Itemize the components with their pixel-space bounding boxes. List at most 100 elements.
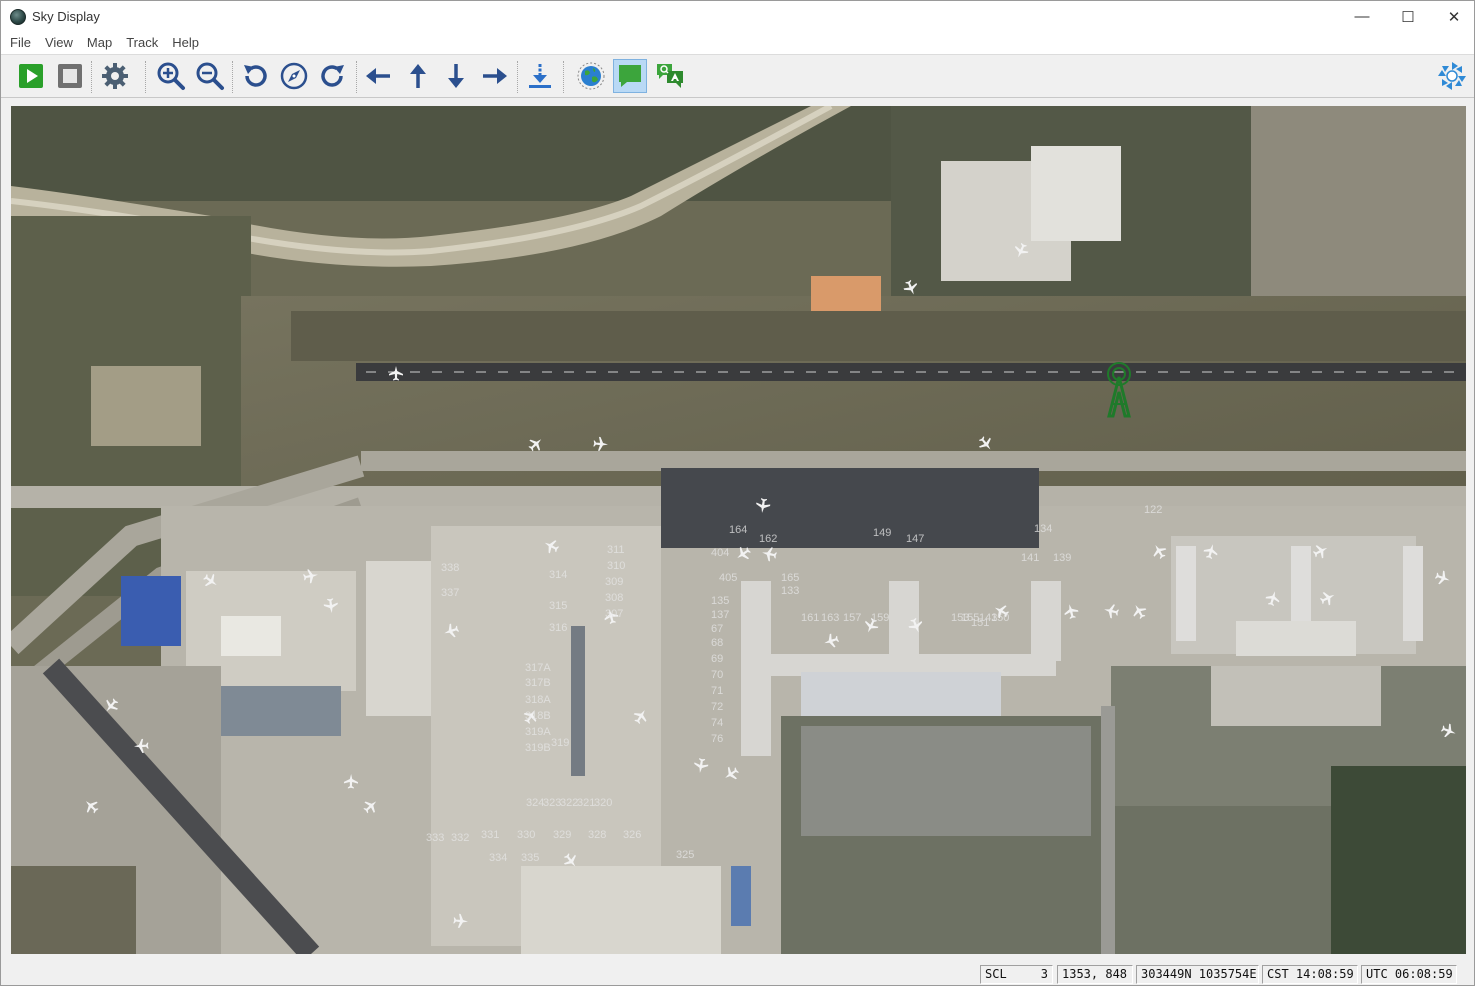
pan-right-button[interactable] <box>478 59 512 93</box>
stand-label: 338 <box>441 562 459 574</box>
app-logo-icon <box>1438 62 1466 90</box>
stand-label: 153 <box>951 612 969 624</box>
stand-label: 328 <box>588 829 606 841</box>
stand-label: 337 <box>441 587 459 599</box>
globe-button[interactable] <box>574 59 608 93</box>
stand-label: 311 <box>607 544 625 556</box>
stand-label: 137 <box>711 609 729 621</box>
stand-label: 164 <box>729 524 747 536</box>
stand-label: 319B <box>525 742 551 754</box>
stand-label: 319 <box>551 737 569 749</box>
compass-button[interactable] <box>277 59 311 93</box>
stand-label: 324 <box>526 797 544 809</box>
pan-down-button[interactable] <box>439 59 473 93</box>
stand-label: 315 <box>549 600 567 612</box>
menu-file[interactable]: File <box>3 32 38 54</box>
stand-label: 323 <box>543 797 561 809</box>
stand-label: 404 <box>711 547 729 559</box>
chat-bubble-icon <box>619 65 641 87</box>
stand-label: 149 <box>873 527 891 539</box>
message-button[interactable] <box>613 59 647 93</box>
stand-label: 332 <box>451 832 469 844</box>
stand-label: 163 <box>821 612 839 624</box>
qa-button[interactable] <box>653 59 687 93</box>
stand-label: 309 <box>605 576 623 588</box>
toolbar-separator <box>145 61 146 93</box>
stand-label: 310 <box>607 560 625 572</box>
stand-label: 326 <box>623 829 641 841</box>
stand-label: 161 <box>801 612 819 624</box>
minimize-button[interactable]: — <box>1339 1 1385 32</box>
scale-value: 3 <box>1040 967 1048 981</box>
stand-label: 165 <box>781 572 799 584</box>
stand-label: 405 <box>719 572 737 584</box>
arrow-up-icon <box>410 64 426 88</box>
stand-label: 314 <box>549 569 567 581</box>
stand-label: 329 <box>553 829 571 841</box>
play-icon <box>19 64 43 88</box>
download-icon <box>529 64 551 88</box>
menu-map[interactable]: Map <box>80 32 119 54</box>
toolbar-separator <box>356 61 357 93</box>
stand-label: 72 <box>711 701 723 713</box>
utc-time: UTC 06:08:59 <box>1361 965 1457 984</box>
map-view[interactable]: 164 162 149 147 134 122 311 310 309 308 307 314 315 3… <box>11 106 1466 954</box>
toolbar-separator <box>91 61 92 93</box>
app-window: Sky Display — ☐ ✕ File View Map Track He… <box>0 0 1475 986</box>
stand-label: 67 <box>711 623 723 635</box>
stand-label: 135 <box>711 595 729 607</box>
stand-label: 317A <box>525 662 551 674</box>
play-button[interactable] <box>14 59 48 93</box>
pan-up-button[interactable] <box>401 59 435 93</box>
status-bar: SCL 3 1353, 848 303449N 1035754E CST 14:… <box>1 963 1474 985</box>
stand-label: 122 <box>1144 504 1162 516</box>
stand-label: 333 <box>426 832 444 844</box>
arrow-down-icon <box>448 64 464 88</box>
stand-label: 147 <box>906 533 924 545</box>
pan-left-button[interactable] <box>361 59 395 93</box>
rotate-left-button[interactable] <box>238 59 272 93</box>
qa-chat-icon <box>657 64 683 88</box>
arrow-right-icon <box>483 68 507 84</box>
close-button[interactable]: ✕ <box>1431 1 1475 32</box>
stand-label: 319A <box>525 726 551 738</box>
stand-label: 68 <box>711 637 723 649</box>
title-bar[interactable]: Sky Display — ☐ ✕ <box>1 1 1474 32</box>
toolbar-separator <box>563 61 564 93</box>
stand-label: 139 <box>1053 552 1071 564</box>
stand-label: 307 <box>605 608 623 620</box>
maximize-button[interactable]: ☐ <box>1385 1 1431 32</box>
stop-button[interactable] <box>53 59 87 93</box>
app-logo <box>1435 59 1469 93</box>
menu-bar: File View Map Track Help <box>1 32 1474 54</box>
zoom-in-button[interactable] <box>154 59 188 93</box>
zoom-out-button[interactable] <box>193 59 227 93</box>
stand-label: 74 <box>711 717 723 729</box>
stop-icon <box>58 64 82 88</box>
stand-label: 70 <box>711 669 723 681</box>
menu-track[interactable]: Track <box>119 32 165 54</box>
menu-help[interactable]: Help <box>165 32 206 54</box>
rotate-left-icon <box>244 65 267 87</box>
stand-label: 316 <box>549 622 567 634</box>
menu-view[interactable]: View <box>38 32 80 54</box>
stand-label: 318B <box>525 710 551 722</box>
stand-label: 159 <box>871 612 889 624</box>
stand-label: 320 <box>594 797 612 809</box>
globe-icon <box>577 62 605 90</box>
stand-label: 318A <box>525 694 551 706</box>
rotate-right-button[interactable] <box>316 59 350 93</box>
stand-label-layer: 164 162 149 147 134 122 311 310 309 308 307 314 315 3… <box>426 504 1162 864</box>
stand-label: 322 <box>560 797 578 809</box>
stand-label: 141 <box>1021 552 1039 564</box>
toolbar <box>1 54 1474 98</box>
stand-label: 321 <box>577 797 595 809</box>
scale-label: SCL <box>985 967 1007 981</box>
stand-label: 71 <box>711 685 723 697</box>
stand-label: 162 <box>759 533 777 545</box>
stand-label: 133 <box>781 585 799 597</box>
settings-button[interactable] <box>98 59 132 93</box>
rotate-right-icon <box>321 65 344 87</box>
download-button[interactable] <box>523 59 557 93</box>
geo-coordinates: 303449N 1035754E <box>1136 965 1259 984</box>
